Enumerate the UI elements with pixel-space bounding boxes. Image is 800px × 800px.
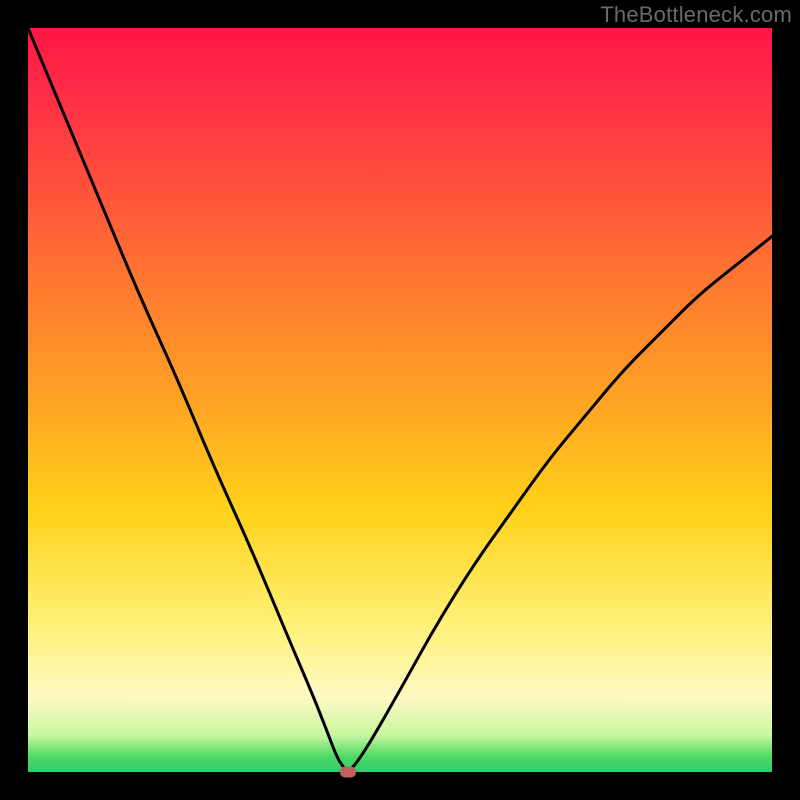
plot-area [28, 28, 772, 772]
min-marker [340, 767, 356, 778]
bottleneck-curve [28, 28, 772, 772]
watermark-text: TheBottleneck.com [600, 2, 792, 28]
chart-frame: TheBottleneck.com [0, 0, 800, 800]
